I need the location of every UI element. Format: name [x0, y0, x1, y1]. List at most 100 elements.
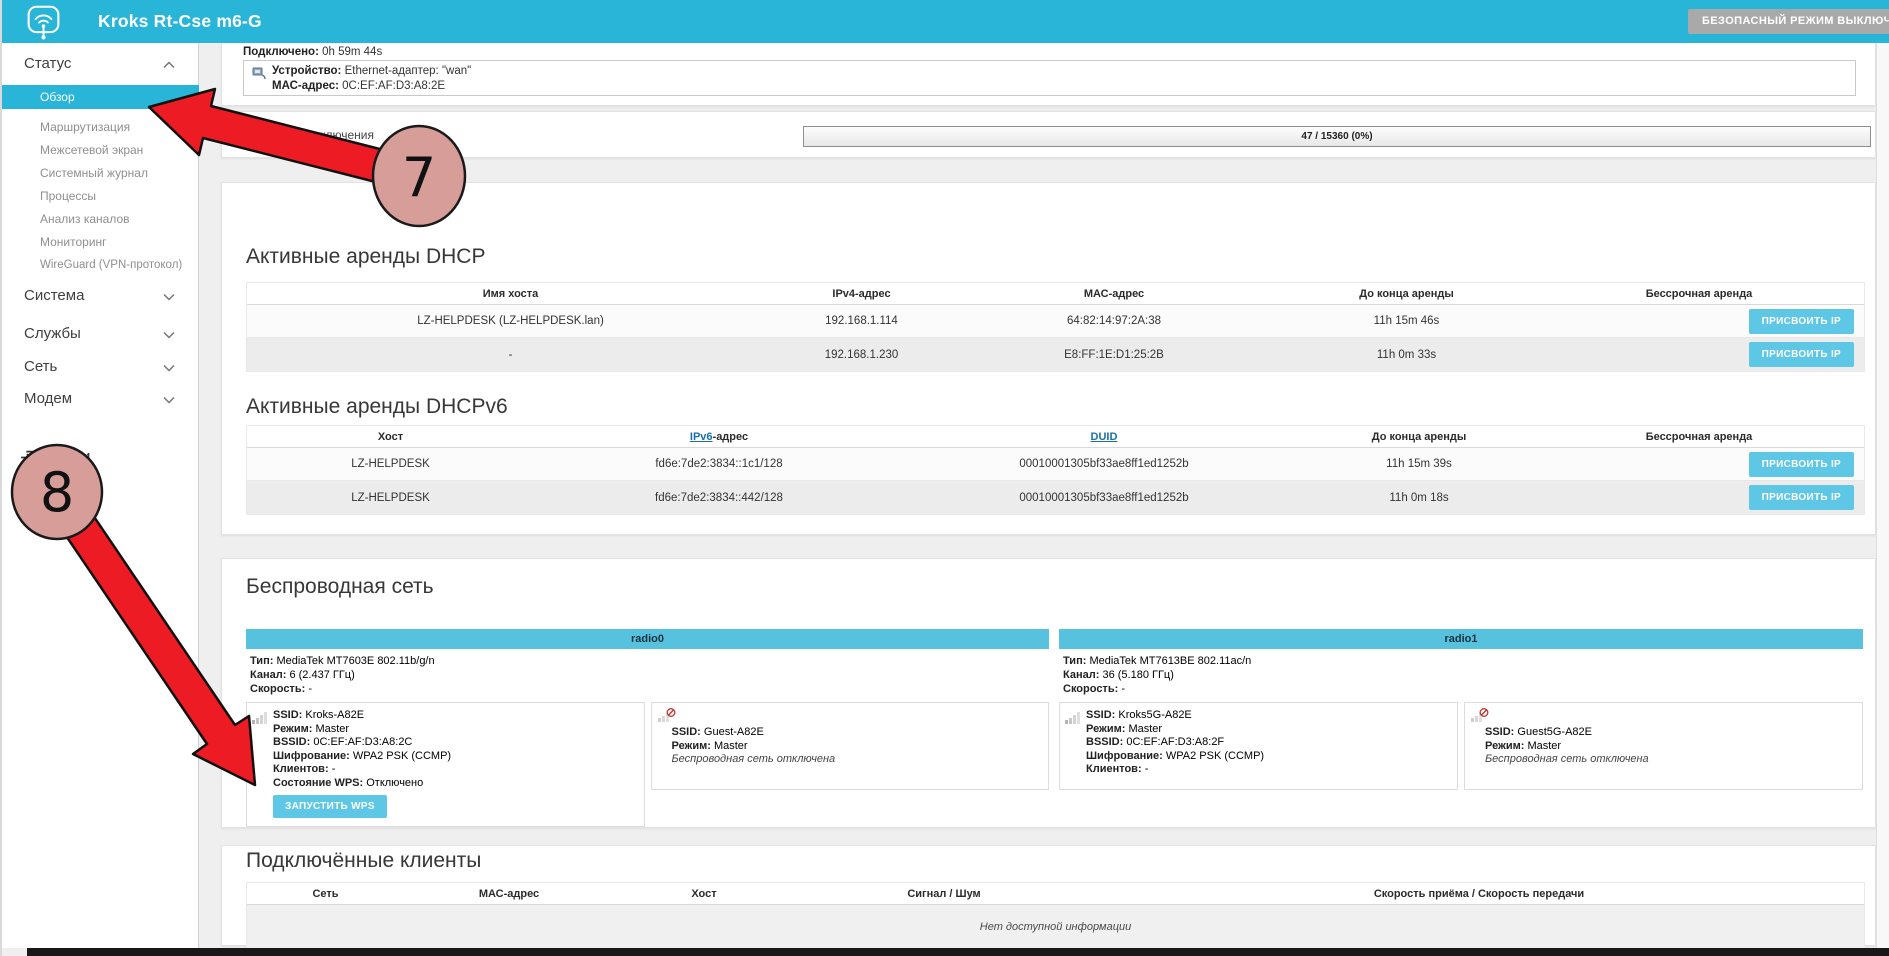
signal-strength-icon	[1065, 711, 1081, 724]
bssid-value: 0C:EF:AF:D3:A8:2C	[313, 736, 412, 748]
mode-label: Режим:	[273, 723, 312, 735]
col-ipv4: IPv4-адрес	[774, 288, 949, 300]
speed-label: Скорость:	[250, 683, 305, 695]
app-header: Kroks Rt-Cse m6-G БЕЗОПАСНЫЙ РЕЖИМ ВЫКЛЮ…	[2, 0, 1889, 43]
sidebar-item-processes[interactable]: Процессы	[2, 185, 199, 208]
sidebar-item-overview[interactable]: Обзор	[2, 85, 199, 109]
col-mac: МАС-адрес	[949, 288, 1279, 300]
radio1-info: Тип: MediaTek MT7613BE 802.11ac/n Канал:…	[1059, 649, 1863, 696]
cell-duid: 00010001305bf33ae8ff1ed1252b	[904, 492, 1304, 504]
sidebar-group-label: Статус	[24, 55, 71, 72]
mode-value: Master	[714, 740, 748, 752]
radio0-type: MediaTek MT7603E 802.11b/g/n	[276, 655, 434, 667]
sidebar-group-modem[interactable]: Модем	[2, 385, 199, 415]
clients-section-title: Подключённые клиенты	[246, 849, 481, 873]
encryption-value: WPA2 PSK (CCMP)	[353, 750, 451, 762]
sidebar-item-firewall[interactable]: Межсетевой экран	[2, 139, 199, 162]
clients-value: -	[1145, 763, 1149, 775]
device-label: Устройство:	[272, 65, 341, 77]
sidebar-group-status[interactable]: Статус	[2, 50, 199, 80]
sidebar-item-routing[interactable]: Маршрутизация	[2, 116, 199, 139]
cell-ipv6: fd6e:7de2:3834::1c1/128	[534, 458, 904, 470]
mode-value: Master	[1128, 723, 1162, 735]
assign-ip-button[interactable]: ПРИСВОИТЬ IP	[1749, 485, 1854, 510]
device-value: Ethernet-адаптер: "wan"	[345, 65, 472, 77]
col-duid: DUID	[904, 431, 1304, 443]
connected-clients-card: Подключённые клиенты Сеть МАС-адрес Хост…	[221, 845, 1876, 946]
sidebar-group-label: Система	[24, 287, 84, 304]
logout-button[interactable]: Выйти	[2, 443, 199, 471]
router-admin-page: Kroks Rt-Cse m6-G БЕЗОПАСНЫЙ РЕЖИМ ВЫКЛЮ…	[0, 0, 1889, 956]
dhcp-table-header: Имя хоста IPv4-адрес МАС-адрес До конца …	[247, 283, 1864, 305]
dhcpv6-table: Хост IPv6-адрес DUID До конца аренды Бес…	[246, 425, 1865, 515]
mac-line: МАС-адрес: 0C:EF:AF:D3:A8:2E	[272, 79, 471, 94]
bssid-label: BSSID:	[1086, 736, 1123, 748]
table-row: - 192.168.1.230 E8:FF:1E:D1:25:2B 11h 0m…	[247, 338, 1864, 371]
cell-lease-end: 11h 15m 46s	[1279, 315, 1534, 327]
assign-ip-button[interactable]: ПРИСВОИТЬ IP	[1749, 452, 1854, 477]
cell-lease-end: 11h 0m 18s	[1304, 492, 1534, 504]
safe-mode-button[interactable]: БЕЗОПАСНЫЙ РЕЖИМ ВЫКЛЮЧЕН	[1688, 9, 1889, 34]
assign-ip-button[interactable]: ПРИСВОИТЬ IP	[1749, 342, 1854, 367]
sidebar-item-channel-analysis[interactable]: Анализ каналов	[2, 208, 199, 231]
connected-label: Подключено:	[243, 46, 319, 58]
sidebar-item-syslog[interactable]: Системный журнал	[2, 162, 199, 185]
ssid-label: SSID:	[1086, 709, 1115, 721]
wireless-section-title: Беспроводная сеть	[246, 575, 434, 599]
connections-progress-bar: 47 / 15360 (0%)	[803, 126, 1871, 147]
chevron-up-icon	[163, 61, 175, 69]
mac-value: 0C:EF:AF:D3:A8:2E	[342, 80, 445, 92]
device-line: Устройство: Ethernet-адаптер: "wan"	[272, 64, 471, 79]
cell-duid: 00010001305bf33ae8ff1ed1252b	[904, 458, 1304, 470]
sidebar-group-system[interactable]: Система	[2, 282, 199, 312]
clients-label: Клиентов:	[273, 763, 329, 775]
scrollbar-track[interactable]	[1876, 43, 1889, 948]
encryption-label: Шифрование:	[1086, 750, 1163, 762]
page-title: Kroks Rt-Cse m6-G	[98, 0, 262, 43]
sidebar-group-label: Службы	[24, 325, 81, 342]
radio1-channel: 36 (5.180 ГГц)	[1102, 669, 1173, 681]
cell-mac: 64:82:14:97:2A:38	[949, 315, 1279, 327]
duid-link[interactable]: DUID	[1091, 431, 1118, 443]
radio0-info: Тип: MediaTek MT7603E 802.11b/g/n Канал:…	[246, 649, 1049, 696]
sidebar-group-services[interactable]: Службы	[2, 320, 199, 350]
ssid-value: Guest-A82E	[704, 726, 764, 738]
sidebar-item-monitoring[interactable]: Мониторинг	[2, 231, 199, 254]
sidebar-group-network[interactable]: Сеть	[2, 353, 199, 383]
signal-disabled-icon	[658, 708, 676, 722]
assign-ip-button[interactable]: ПРИСВОИТЬ IP	[1749, 309, 1854, 334]
wireless-card: Беспроводная сеть radio0 Тип: MediaTek M…	[221, 558, 1876, 828]
dhcp-section-title: Активные аренды DHCP	[246, 245, 485, 269]
chevron-down-icon	[163, 293, 175, 301]
mode-label: Режим:	[1086, 723, 1125, 735]
mac-label: МАС-адрес:	[272, 80, 339, 92]
cell-ipv4: 192.168.1.230	[774, 349, 949, 361]
wifi-network-card-guest5g: SSID: Guest5G-A82E Режим: Master Беспров…	[1464, 702, 1863, 790]
radio0-channel: 6 (2.437 ГГц)	[289, 669, 354, 681]
col-signal-noise: Сигнал / Шум	[794, 888, 1094, 900]
mode-value: Master	[1527, 740, 1561, 752]
logout-icon	[20, 449, 37, 466]
table-row: LZ-HELPDESK (LZ-HELPDESK.lan) 192.168.1.…	[247, 305, 1864, 338]
cell-ipv4: 192.168.1.114	[774, 315, 949, 327]
start-wps-button[interactable]: ЗАПУСТИТЬ WPS	[273, 795, 387, 818]
connection-status-card: Подключено: 0h 59m 44s Устройство: Ether…	[221, 43, 1876, 106]
wps-state-label: Состояние WPS:	[273, 777, 363, 789]
connected-uptime: Подключено: 0h 59m 44s	[243, 46, 382, 58]
logout-label: Выйти	[46, 448, 90, 465]
wifi-network-card-kroks: SSID: Kroks-A82E Режим: Master BSSID: 0C…	[246, 702, 645, 827]
cell-mac: E8:FF:1E:D1:25:2B	[949, 349, 1279, 361]
col-permanent-lease: Бессрочная аренда	[1534, 431, 1864, 443]
dhcpv6-table-header: Хост IPv6-адрес DUID До конца аренды Бес…	[247, 426, 1864, 448]
sidebar: Статус Обзор Маршрутизация Межсетевой эк…	[2, 43, 199, 948]
sidebar-item-wireguard[interactable]: WireGuard (VPN-протокол)	[2, 254, 199, 277]
wifi-network-card-guest: SSID: Guest-A82E Режим: Master Беспровод…	[651, 702, 1050, 790]
ipv6-link[interactable]: IPv6	[690, 431, 713, 443]
col-permanent-lease: Бессрочная аренда	[1534, 288, 1864, 300]
wps-state-value: Отключено	[366, 777, 423, 789]
col-host: Хост	[614, 888, 794, 900]
network-disabled-text: Беспроводная сеть отключена	[1485, 753, 1852, 767]
speed-label: Скорость:	[1063, 683, 1118, 695]
clients-table-header: Сеть МАС-адрес Хост Сигнал / Шум Скорост…	[247, 883, 1864, 905]
cell-host: LZ-HELPDESK	[247, 492, 534, 504]
